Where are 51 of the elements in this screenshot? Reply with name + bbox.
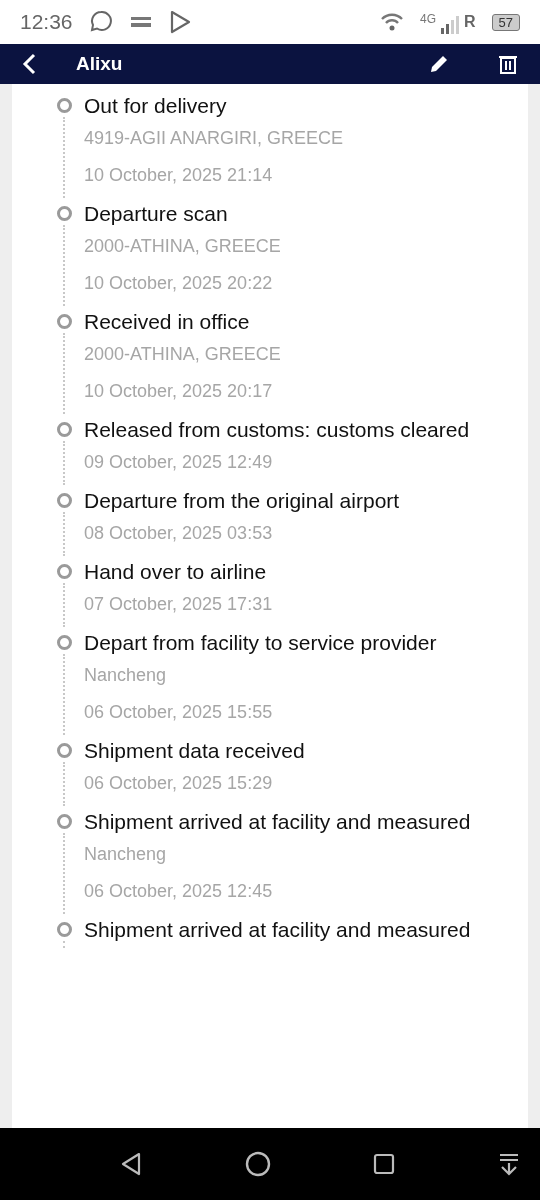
back-icon[interactable] [22, 53, 36, 75]
phone-chat-icon [88, 10, 113, 34]
event-title: Hand over to airline [84, 559, 268, 585]
timeline-node-icon [56, 422, 72, 437]
event-title: Shipment arrived at facility and measured [84, 917, 471, 943]
timeline-node-icon [56, 743, 72, 758]
download-icon[interactable] [497, 1152, 520, 1176]
event-title: Departure from the original airport [84, 488, 400, 514]
wifi-icon [379, 12, 404, 32]
event-time: 07 October, 2025 17:31 [84, 593, 273, 616]
event-location: 2000-ATHINA, GREECE [84, 235, 281, 258]
timeline-node-icon [56, 206, 72, 221]
event-title: Released from customs: customs cleared [84, 417, 470, 443]
timeline-node-icon [56, 922, 72, 937]
screen-title: Alixu [76, 51, 123, 76]
app-logo-icon [128, 14, 153, 30]
timeline-node-icon [56, 98, 72, 113]
event-time: 06 October, 2025 15:55 [84, 701, 274, 724]
delete-icon[interactable] [498, 53, 518, 75]
battery-indicator: 57 [491, 13, 520, 31]
event-time: 10 October, 2025 20:22 [84, 272, 274, 295]
event-location: Nancheng [84, 843, 168, 866]
timeline-node-icon [56, 314, 72, 329]
event-time: 09 October, 2025 12:49 [84, 451, 274, 474]
event-title: Departure scan [84, 201, 229, 227]
network-label: 4G [419, 11, 436, 28]
play-icon [168, 10, 191, 34]
timeline-node-icon [56, 493, 72, 508]
event-time: 08 October, 2025 03:53 [84, 522, 274, 545]
event-time: 06 October, 2025 12:45 [84, 880, 274, 903]
back-nav-icon[interactable] [120, 1152, 142, 1176]
home-nav-icon[interactable] [244, 1151, 271, 1177]
timeline-node-icon [56, 814, 72, 829]
event-time: 10 October, 2025 21:14 [84, 164, 274, 187]
event-location: 2000-ATHINA, GREECE [84, 343, 281, 366]
timeline-node-icon [56, 635, 72, 650]
timeline-node-icon [56, 564, 72, 579]
roaming-label: R [463, 12, 476, 32]
event-time: 06 October, 2025 15:29 [84, 772, 274, 795]
event-title: Shipment arrived at facility and measured [84, 809, 471, 835]
event-time: 10 October, 2025 20:17 [84, 380, 274, 403]
clock: 12:36 [20, 9, 73, 36]
event-location: Nancheng [84, 664, 168, 687]
event-title: Shipment data received [84, 738, 305, 764]
edit-icon[interactable] [428, 53, 450, 75]
event-location: 4919-AGII ANARGIRI, GREECE [84, 127, 344, 150]
signal-icon [439, 16, 460, 34]
event-title: Out for delivery [84, 93, 228, 119]
event-title: Received in office [84, 309, 251, 335]
recents-nav-icon[interactable] [373, 1153, 396, 1175]
event-title: Depart from facility to service provider [84, 630, 437, 656]
